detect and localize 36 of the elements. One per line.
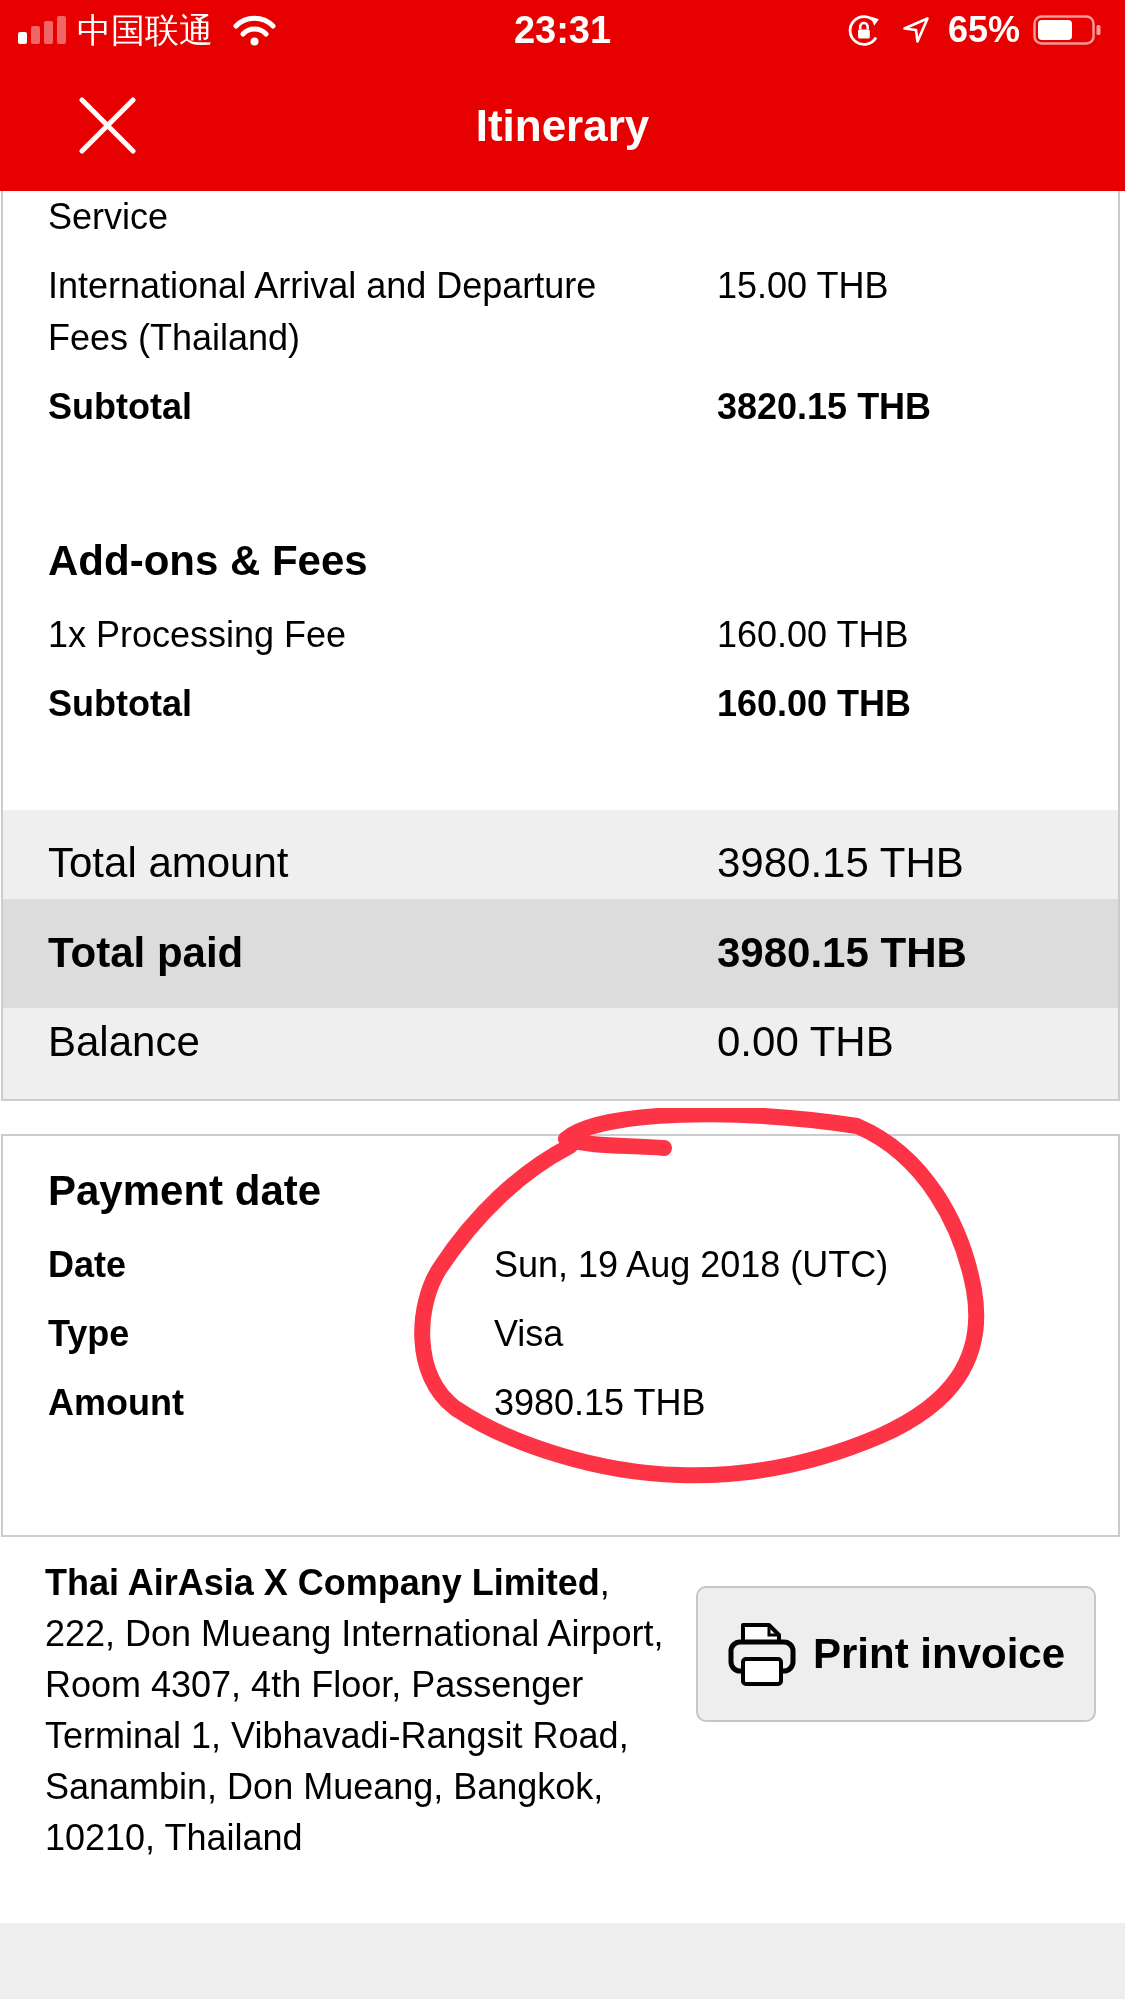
signal-strength-icon — [18, 16, 66, 44]
total-paid-label: Total paid — [48, 929, 244, 976]
subtotal-label: Subtotal — [48, 386, 192, 427]
total-amount-value: 3980.15 THB — [717, 839, 964, 886]
battery-percentage: 65% — [947, 9, 1020, 51]
print-invoice-button[interactable]: Print invoice — [696, 1586, 1096, 1722]
battery-icon — [1033, 15, 1101, 45]
payment-field-value: 3980.15 THB — [494, 1382, 706, 1423]
subtotal-amount: 3820.15 THB — [717, 386, 932, 427]
orientation-lock-icon — [847, 14, 882, 46]
subtotal-label: Subtotal — [48, 683, 192, 724]
payment-heading: Payment date — [48, 1167, 323, 1215]
wifi-icon — [233, 14, 276, 46]
section-heading: Add-ons & Fees — [48, 537, 369, 585]
location-arrow-icon — [901, 16, 930, 44]
fee-amount: 160.00 THB — [717, 614, 909, 655]
company-address: Thai AirAsia X Company Limited, 222, Don Mueang International Airport, Room 4307, 4th Floor, Passenger Terminal 1, Vibhavadi-Rangsit Road, Sanambin, Don Mueang, Bangkok, 10210, Thailand — [45, 1561, 665, 1860]
fee-amount: 15.00 THB — [717, 265, 889, 306]
fee-label: 1x Processing Fee — [48, 614, 347, 655]
printer-icon[interactable] — [728, 1621, 796, 1687]
payment-field-value: Visa — [494, 1313, 564, 1354]
balance-value: 0.00 THB — [717, 1018, 894, 1065]
page-title: Itinerary — [475, 100, 650, 151]
close-icon[interactable] — [79, 97, 136, 154]
clock-time: 23:31 — [513, 8, 612, 52]
fee-label: Service — [48, 196, 169, 237]
total-amount-label: Total amount — [48, 839, 289, 886]
payment-field-label: Type — [48, 1313, 130, 1354]
payment-field-label: Date — [48, 1244, 127, 1285]
payment-field-value: Sun, 19 Aug 2018 (UTC) — [494, 1244, 889, 1285]
total-paid-value: 3980.15 THB — [717, 929, 967, 976]
subtotal-amount: 160.00 THB — [717, 683, 912, 724]
payment-field-label: Amount — [48, 1382, 184, 1423]
balance-label: Balance — [48, 1018, 200, 1065]
carrier-name: 中国联通 — [77, 10, 213, 50]
fee-label: International Arrival and Departure Fees (Thailand) — [48, 265, 597, 358]
